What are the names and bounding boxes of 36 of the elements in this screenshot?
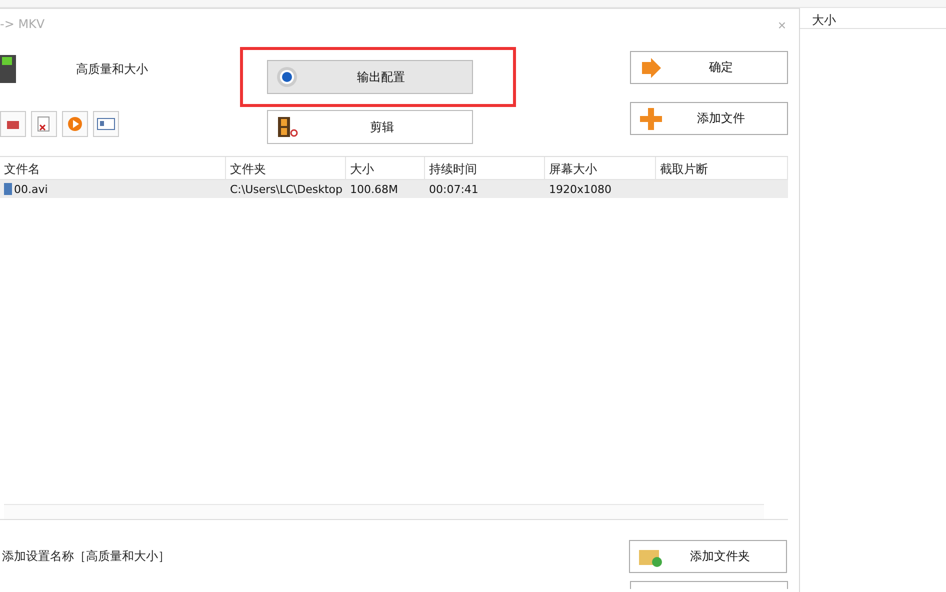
action-button[interactable]: 确定: [630, 51, 788, 84]
film-scissors-icon: [276, 116, 300, 138]
print-tool[interactable]: [0, 111, 26, 137]
action-button[interactable]: 添加文件: [630, 102, 788, 135]
toolbar-button[interactable]: 输出配置: [267, 60, 473, 94]
toolbar-button[interactable]: 剪辑: [267, 110, 473, 144]
play-tool[interactable]: [62, 111, 88, 137]
table-cell: 00.avi: [0, 180, 226, 198]
dialog-title: -> MKV: [0, 17, 45, 31]
arrow-icon: [639, 56, 663, 78]
table-row[interactable]: 00.avi C:\Users\LC\Desktop 100.68M 00:07:41 1920x1080: [0, 180, 788, 198]
column-header[interactable]: 文件夹: [226, 157, 346, 179]
column-header[interactable]: 持续时间: [425, 157, 545, 179]
column-header[interactable]: 大小: [346, 157, 425, 179]
file-icon: [4, 183, 12, 195]
column-header[interactable]: 屏幕大小: [545, 157, 656, 179]
column-header[interactable]: 截取片断: [656, 157, 788, 179]
preset-name: 高质量和大小: [76, 60, 148, 78]
footer-text: 添加设置名称［高质量和大小］: [2, 548, 170, 565]
partial-button[interactable]: [630, 581, 788, 589]
delete-tool[interactable]: [31, 111, 57, 137]
card-icon: [97, 118, 115, 130]
clapperboard-icon: [0, 53, 16, 85]
table-cell-text: 00:07:41: [428, 182, 480, 198]
column-header[interactable]: 文件名: [0, 157, 226, 179]
delete-file-icon: [37, 116, 51, 132]
add-folder-button[interactable]: 添加文件夹: [629, 540, 787, 573]
play-icon: [67, 116, 83, 132]
column-header: 大小: [800, 8, 946, 29]
table-cell-text: C:\Users\LC\Desktop: [229, 182, 344, 198]
gear-icon: [276, 66, 298, 88]
table-cell-text: 1920x1080: [548, 182, 612, 198]
plus-icon: [639, 106, 663, 130]
info-tool[interactable]: [93, 111, 119, 137]
horizontal-scrollbar[interactable]: [4, 504, 764, 519]
table-cell-text: 100.68M: [349, 182, 399, 198]
